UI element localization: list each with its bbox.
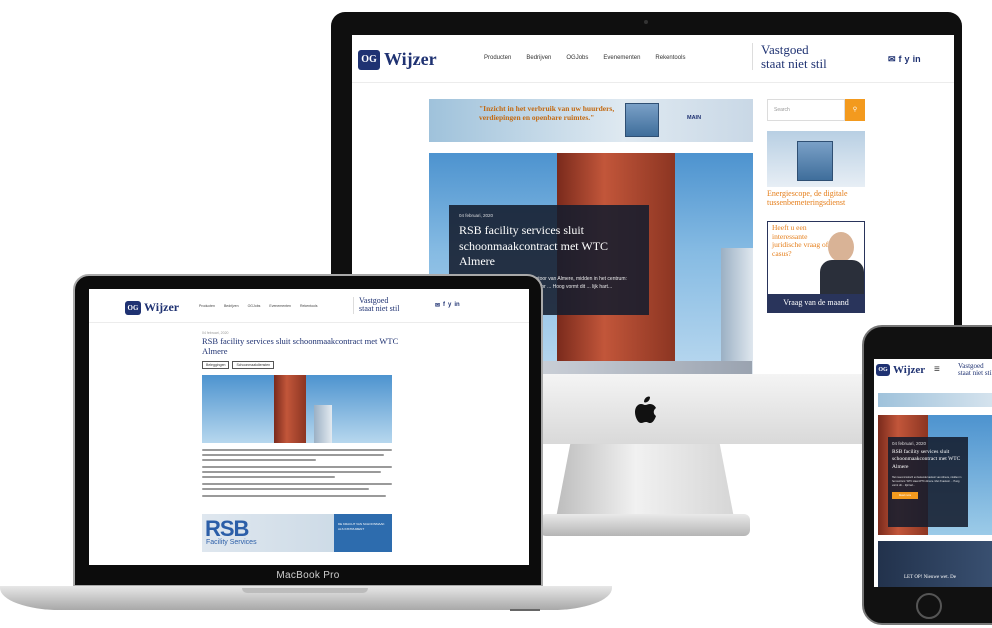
twitter-icon[interactable]: y — [448, 302, 451, 309]
mail-icon[interactable]: ✉ — [435, 302, 440, 309]
article-tags: Beleggingen Schoonmaakdiensten — [202, 361, 275, 369]
banner-badge: MAIN — [687, 115, 702, 121]
macbook-foot — [510, 609, 540, 611]
home-button[interactable] — [916, 593, 942, 619]
nav-rekentools[interactable]: Rekentools — [300, 304, 318, 308]
tower-image-secondary — [314, 405, 332, 443]
mail-icon[interactable]: ✉ — [888, 54, 896, 65]
building-illustration — [625, 103, 659, 137]
portrait-suit — [820, 260, 864, 294]
rsb-side-text: DE KRACHT VAN SCHOONMAAK ALS INSTRUMENT — [334, 514, 392, 552]
site-tagline: Vastgoed staat niet stil — [353, 296, 400, 314]
nav-producten[interactable]: Producten — [199, 304, 215, 308]
featured-article[interactable]: 04 februari, 2020 RSB facility services … — [878, 415, 992, 535]
tag-beleggingen[interactable]: Beleggingen — [202, 361, 230, 369]
read-more-button[interactable]: Read more — [892, 492, 918, 500]
logo-word: Wijzer — [384, 49, 437, 69]
banner-text: "Inzicht in het verbruik van uw huurders… — [479, 104, 615, 122]
second-article-title: LET OP! Nieuwe wet. De — [904, 575, 956, 580]
energiescope-title[interactable]: Energiescope, de digitale tussenbemeteri… — [767, 189, 871, 207]
tagline-line1: Vastgoed — [761, 42, 809, 57]
imac-camera — [644, 20, 648, 24]
vraag-van-de-maand-ad[interactable]: Heeft u een interessante juridische vraa… — [767, 221, 865, 313]
rsb-banner-ad[interactable]: RSB Facility Services DE KRACHT VAN SCHO… — [202, 514, 392, 552]
logo-word: Wijzer — [893, 364, 926, 376]
tagline-line2: staat niet stil — [761, 55, 827, 71]
macbook-label: MacBook Pro — [276, 570, 340, 581]
logo-mark: OG — [358, 49, 380, 70]
hamburger-menu-icon[interactable]: ≡ — [934, 364, 940, 375]
tag-schoonmaakdiensten[interactable]: Schoonmaakdiensten — [232, 361, 275, 369]
social-links: ✉ f y in — [435, 302, 460, 309]
search-input[interactable]: Search — [767, 99, 845, 121]
main-banner-ad[interactable]: "Inzicht in het verbruik van uw huurders… — [429, 99, 753, 142]
facebook-icon[interactable]: f — [899, 54, 902, 65]
main-banner-ad[interactable] — [878, 393, 992, 407]
nav-evenementen[interactable]: Evenementen — [269, 304, 291, 308]
article-date: 04 februari, 2020 — [202, 331, 229, 335]
apple-logo-icon — [635, 396, 656, 423]
phone-screen: OG Wijzer ≡ Vastgoed staat niet stil 04 … — [874, 359, 992, 587]
site-logo[interactable]: OG Wijzer — [876, 364, 925, 376]
macbook-frame: OG Wijzer Producten Bedrijven OGJobs Eve… — [73, 274, 543, 587]
article-title[interactable]: RSB facility services sluit schoonmaakco… — [892, 449, 964, 471]
social-links: ✉ f y in — [888, 54, 921, 65]
nav-producten[interactable]: Producten — [484, 55, 511, 61]
ad2-question: Heeft u een interessante juridische vraa… — [772, 223, 829, 258]
nav-ogjobs[interactable]: OGJobs — [248, 304, 261, 308]
featured-caption: 04 februari, 2020 RSB facility services … — [888, 437, 968, 527]
nav-bedrijven[interactable]: Bedrijven — [224, 304, 239, 308]
article-title[interactable]: RSB facility services sluit schoonmaakco… — [459, 223, 639, 270]
article-date: 04 februari, 2020 — [459, 213, 494, 218]
tower-image-secondary — [721, 248, 753, 374]
phone-frame: OG Wijzer ≡ Vastgoed staat niet stil 04 … — [862, 325, 992, 625]
macbook-screen: OG Wijzer Producten Bedrijven OGJobs Eve… — [89, 289, 529, 565]
next-article-thumbnail[interactable] — [542, 361, 752, 374]
energiescope-ad[interactable] — [767, 131, 865, 187]
imac-stand-base — [540, 514, 750, 536]
nav-rekentools[interactable]: Rekentools — [655, 55, 685, 61]
site-logo[interactable]: OG Wijzer — [358, 49, 437, 70]
macbook-notch — [242, 588, 368, 593]
nav-evenementen[interactable]: Evenementen — [603, 55, 640, 61]
linkedin-icon[interactable]: in — [913, 54, 921, 65]
site-logo[interactable]: OG Wijzer — [125, 300, 179, 315]
tagline-line2: staat niet stil — [958, 369, 992, 378]
nav-ogjobs[interactable]: OGJobs — [566, 55, 588, 61]
site-tagline: Vastgoed staat niet stil — [958, 362, 992, 378]
site-header: OG Wijzer Producten Bedrijven OGJobs Eve… — [352, 35, 954, 83]
linkedin-icon[interactable]: in — [454, 302, 459, 309]
rsb-subtitle: Facility Services — [206, 539, 257, 546]
nav-bedrijven[interactable]: Bedrijven — [526, 55, 551, 61]
imac-stand — [556, 444, 734, 518]
portrait-face — [828, 232, 854, 262]
article-date: 04 februari, 2020 — [892, 441, 927, 446]
laptop-site-header: OG Wijzer Producten Bedrijven OGJobs Eve… — [89, 289, 529, 323]
main-nav: Producten Bedrijven OGJobs Evenementen R… — [484, 55, 685, 61]
building-illustration — [797, 141, 833, 181]
search-icon: ⚲ — [852, 107, 858, 113]
main-nav: Producten Bedrijven OGJobs Evenementen R… — [199, 304, 318, 308]
facebook-icon[interactable]: f — [443, 302, 445, 309]
tagline-line2: staat niet stil — [359, 304, 400, 314]
article-title: RSB facility services sluit schoonmaakco… — [202, 336, 399, 356]
logo-word: Wijzer — [144, 300, 180, 314]
tower-image — [274, 375, 306, 443]
logo-mark: OG — [125, 300, 141, 315]
ad2-footer: Vraag van de maand — [768, 294, 864, 312]
logo-mark: OG — [876, 364, 890, 376]
second-article[interactable]: LET OP! Nieuwe wet. De — [878, 541, 992, 587]
twitter-icon[interactable]: y — [905, 54, 910, 65]
search-button[interactable]: ⚲ — [845, 99, 865, 121]
article-body — [202, 449, 392, 500]
article-image — [202, 375, 392, 443]
article-excerpt: Het meest iconisch en bekende kantoor va… — [892, 476, 962, 488]
site-tagline: Vastgoed staat niet stil — [752, 42, 827, 71]
